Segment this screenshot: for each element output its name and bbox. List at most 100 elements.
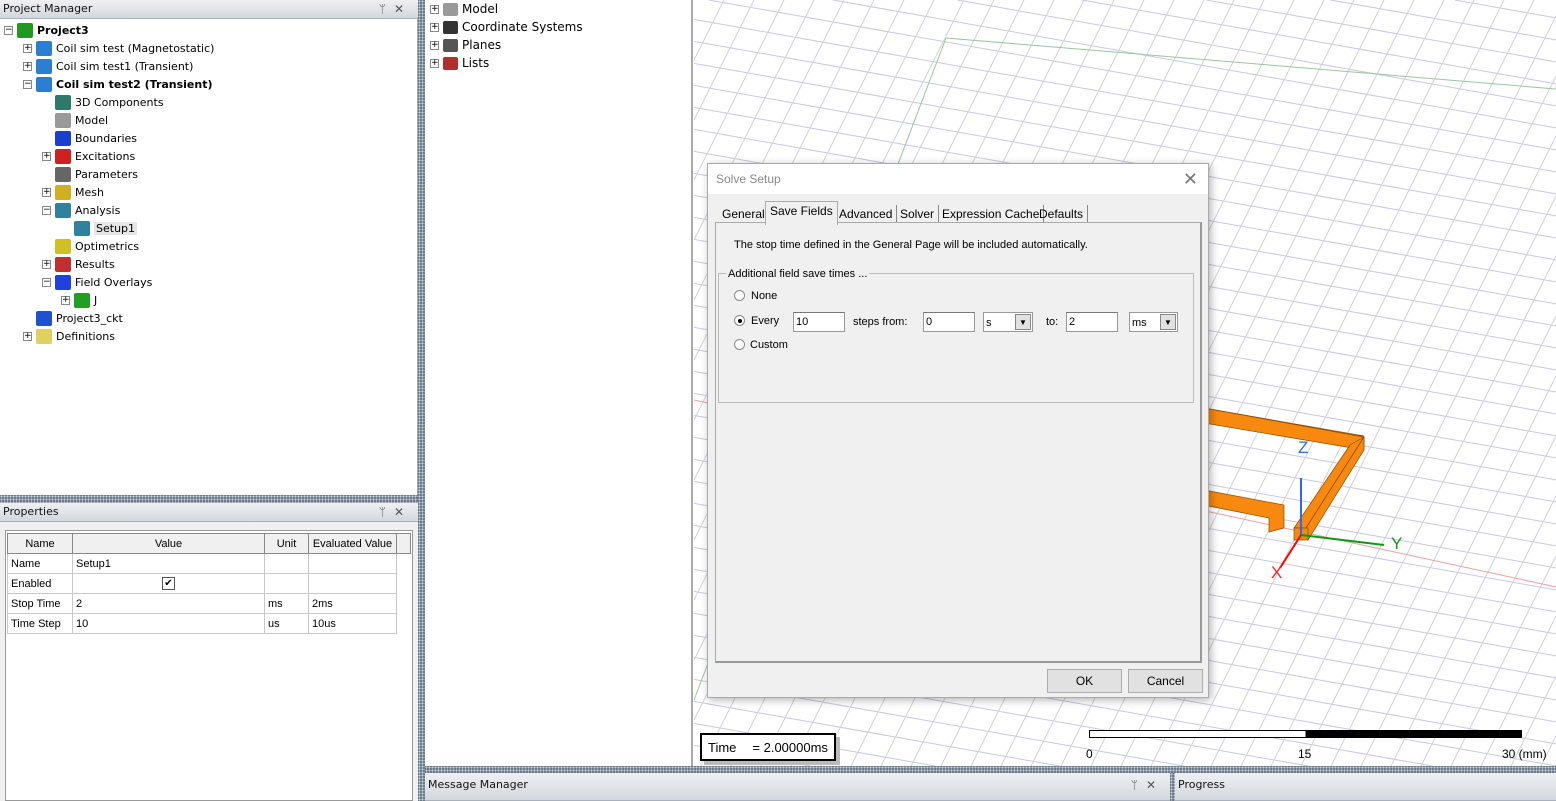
tab-solver[interactable]: Solver bbox=[896, 205, 940, 223]
from-time-input[interactable]: 0 bbox=[923, 312, 975, 332]
col-unit: Unit bbox=[264, 533, 309, 554]
expand-icon[interactable]: + bbox=[430, 58, 439, 68]
properties-table: Name Value Unit Evaluated Value Name Setup1 … bbox=[7, 533, 411, 634]
tree-item[interactable]: + Mesh bbox=[42, 183, 104, 201]
table-row[interactable]: Time Step 10 us 10us bbox=[7, 613, 411, 634]
message-manager-header: Message Manager ᛘ✕ bbox=[425, 773, 1170, 801]
coordinate-systems-icon bbox=[443, 20, 458, 34]
radio-none[interactable] bbox=[734, 290, 745, 301]
tab-advanced[interactable]: Advanced bbox=[835, 205, 898, 223]
vertical-splitter[interactable] bbox=[418, 0, 425, 801]
axis-label-z: Z bbox=[1298, 438, 1309, 457]
expand-icon[interactable]: + bbox=[42, 259, 51, 269]
grid-line bbox=[1360, 375, 1556, 766]
tree-item[interactable]: Parameters bbox=[42, 165, 138, 183]
analysis-icon bbox=[55, 202, 71, 218]
cancel-button[interactable]: Cancel bbox=[1128, 669, 1203, 693]
expand-icon[interactable]: + bbox=[430, 40, 439, 50]
model-tree-panel: + Model + Coordinate Systems + Planes + Lists bbox=[425, 0, 693, 766]
tree-item[interactable]: + Coil sim test (Magnetostatic) bbox=[23, 39, 214, 57]
close-icon[interactable]: ✕ bbox=[1146, 778, 1164, 792]
tree-item[interactable]: + Coordinate Systems bbox=[430, 18, 583, 36]
tree-item[interactable]: Project3_ckt bbox=[23, 309, 123, 327]
grid-line bbox=[1420, 495, 1556, 766]
tree-item[interactable]: + J bbox=[61, 291, 97, 309]
tree-item[interactable]: − Field Overlays bbox=[42, 273, 152, 291]
close-icon[interactable]: ✕ bbox=[394, 505, 412, 519]
progress-header: Progress bbox=[1175, 773, 1556, 801]
table-row[interactable]: Enabled ✔ bbox=[7, 573, 411, 594]
tree-item[interactable]: + Planes bbox=[430, 36, 501, 54]
collapse-icon[interactable]: − bbox=[42, 277, 51, 287]
tree-item[interactable]: + Excitations bbox=[42, 147, 135, 165]
maxwell-design-icon bbox=[36, 40, 52, 56]
close-icon[interactable]: ✕ bbox=[1183, 169, 1198, 190]
dialog-title: Solve Setup bbox=[708, 164, 1208, 194]
tree-item[interactable]: Setup1 bbox=[61, 219, 138, 237]
chevron-down-icon: ▼ bbox=[1160, 314, 1176, 330]
pin-icon[interactable]: ᛘ bbox=[379, 2, 394, 16]
tree-item[interactable]: + Coil sim test1 (Transient) bbox=[23, 57, 193, 75]
save-times-group bbox=[718, 273, 1194, 403]
every-steps-input[interactable]: 10 bbox=[793, 312, 845, 332]
pin-icon[interactable]: ᛘ bbox=[379, 505, 394, 519]
expand-icon[interactable]: + bbox=[23, 331, 32, 341]
tree-item[interactable]: − Project3 bbox=[4, 21, 89, 39]
expand-icon[interactable]: + bbox=[61, 295, 70, 305]
pin-icon[interactable]: ᛘ bbox=[1131, 778, 1146, 792]
tree-item[interactable]: − Analysis bbox=[42, 201, 120, 219]
tab-defaults[interactable]: Defaults bbox=[1035, 205, 1089, 223]
mesh-icon bbox=[55, 184, 71, 200]
project-manager-header: Project Manager ᛘ✕ bbox=[0, 0, 418, 19]
results-icon bbox=[55, 256, 71, 272]
radio-every[interactable] bbox=[734, 315, 745, 326]
collapse-icon[interactable]: − bbox=[4, 25, 13, 35]
tree-item[interactable]: + Definitions bbox=[23, 327, 115, 345]
model-icon bbox=[443, 2, 458, 16]
project-icon bbox=[17, 22, 33, 38]
expand-icon[interactable]: + bbox=[23, 61, 32, 71]
tree-item[interactable]: + Model bbox=[430, 0, 498, 18]
table-row[interactable]: Name Setup1 bbox=[7, 553, 411, 574]
tab-expression-cache[interactable]: Expression Cache bbox=[938, 205, 1045, 223]
solve-setup-dialog: Solve Setup ✕ General Save Fields Advanc… bbox=[707, 163, 1209, 698]
bottom-splitter[interactable] bbox=[425, 766, 1556, 773]
tab-save-fields[interactable]: Save Fields bbox=[765, 201, 838, 225]
expand-icon[interactable]: + bbox=[42, 187, 51, 197]
collapse-icon[interactable]: − bbox=[23, 79, 32, 89]
expand-icon[interactable]: + bbox=[430, 22, 439, 32]
tree-item[interactable]: − Coil sim test2 (Transient) bbox=[23, 75, 213, 93]
radio-custom[interactable] bbox=[734, 339, 745, 350]
scale-tick: 30 (mm) bbox=[1502, 747, 1547, 761]
project-tree: − Project3 + Coil sim test (Magnetostatic) +… bbox=[0, 21, 418, 491]
coil-segment[interactable] bbox=[1203, 489, 1285, 533]
table-row[interactable]: Stop Time 2 ms 2ms bbox=[7, 593, 411, 614]
tree-item[interactable]: + Results bbox=[42, 255, 115, 273]
expand-icon[interactable]: + bbox=[23, 43, 32, 53]
close-icon[interactable]: ✕ bbox=[394, 2, 412, 16]
grid-line bbox=[694, 0, 755, 121]
grid-line bbox=[1330, 0, 1556, 41]
tab-general[interactable]: General bbox=[718, 205, 770, 223]
tree-item[interactable]: Model bbox=[42, 111, 108, 129]
collapse-icon[interactable]: − bbox=[42, 205, 51, 215]
col-name: Name bbox=[7, 533, 73, 554]
group-label: Additional field save times ... bbox=[726, 268, 870, 280]
expand-icon[interactable]: + bbox=[42, 151, 51, 161]
from-unit-select[interactable]: s ▼ bbox=[983, 312, 1033, 332]
tree-item[interactable]: Optimetrics bbox=[42, 237, 139, 255]
maxwell-design-icon bbox=[36, 76, 52, 92]
3d-components-icon bbox=[55, 94, 71, 110]
ok-button[interactable]: OK bbox=[1047, 669, 1122, 693]
enabled-checkbox[interactable]: ✔ bbox=[162, 577, 175, 590]
tree-item[interactable]: Boundaries bbox=[42, 129, 137, 147]
to-unit-select[interactable]: ms ▼ bbox=[1129, 312, 1178, 332]
to-time-input[interactable]: 2 bbox=[1066, 312, 1118, 332]
tree-item[interactable]: 3D Components bbox=[42, 93, 164, 111]
model-icon bbox=[55, 112, 71, 128]
panel-splitter[interactable] bbox=[0, 495, 420, 503]
planes-icon bbox=[443, 38, 458, 52]
tree-item[interactable]: + Lists bbox=[430, 54, 489, 72]
grid-line bbox=[1390, 435, 1556, 766]
expand-icon[interactable]: + bbox=[430, 4, 439, 14]
